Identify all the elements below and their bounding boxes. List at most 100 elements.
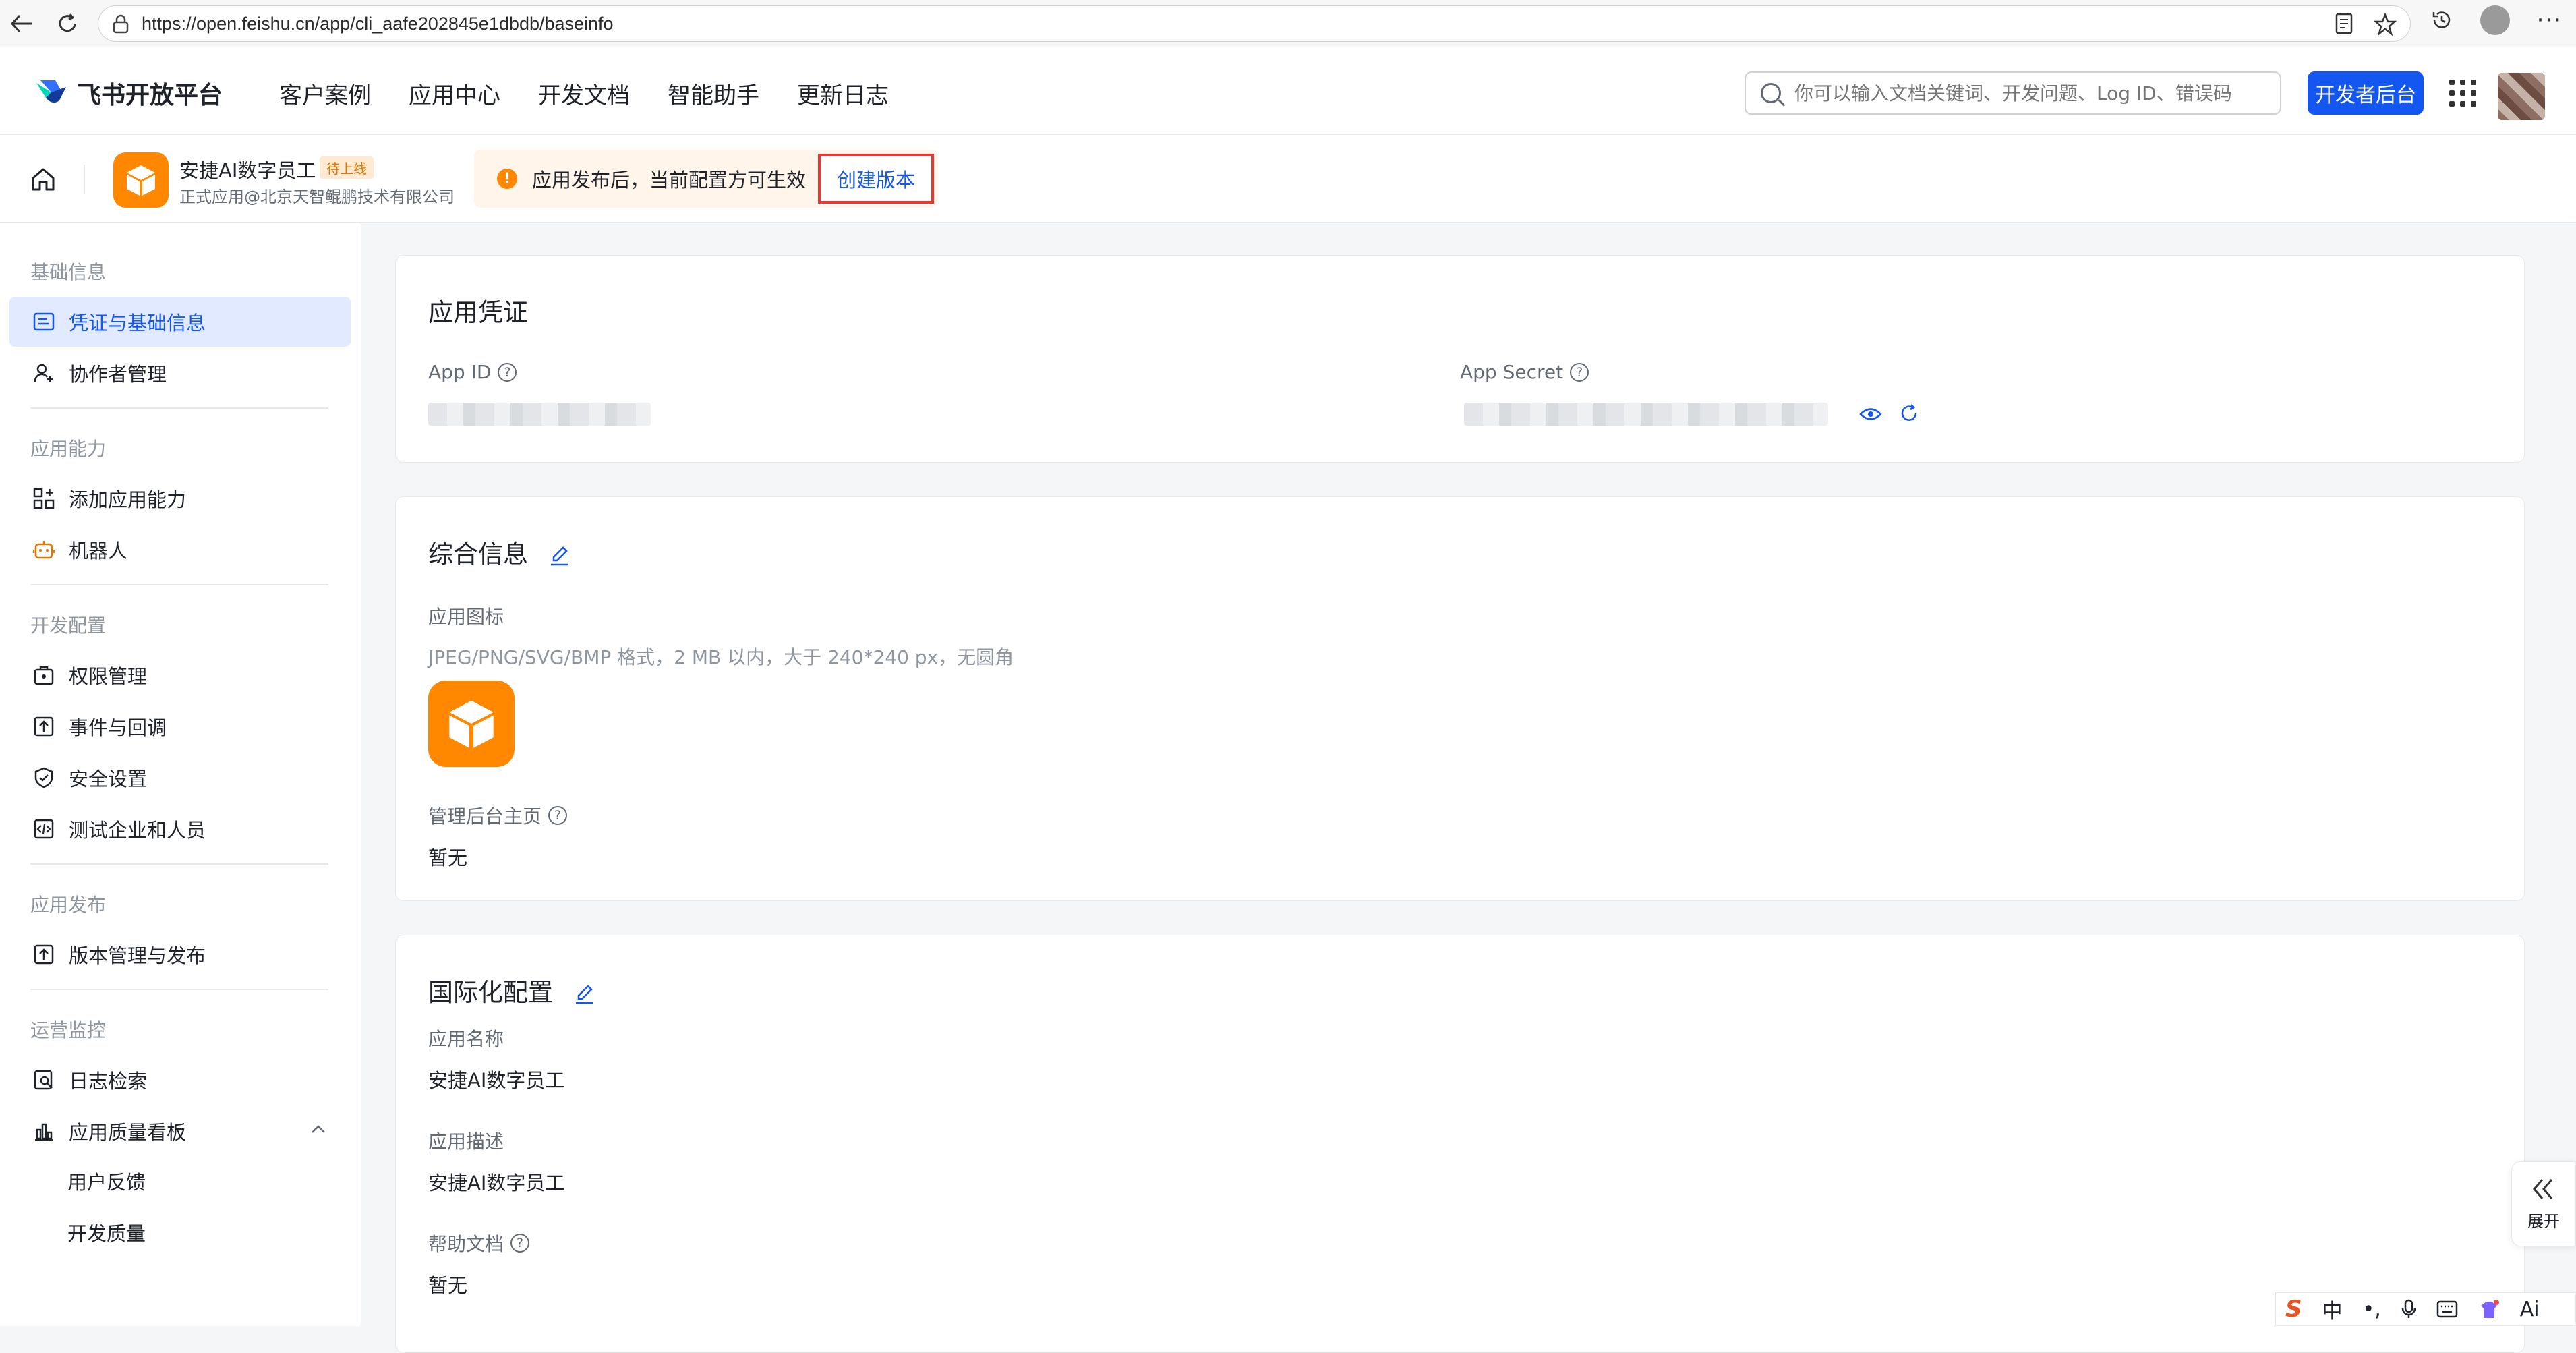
history-icon[interactable] [2430, 9, 2453, 32]
double-chevron-left-icon [2533, 1178, 2553, 1199]
event-upload-icon [32, 715, 55, 738]
search-input[interactable] [1794, 82, 2266, 105]
sidebar-item-add-capability[interactable]: 添加应用能力 [9, 473, 351, 523]
sidebar-item-versions[interactable]: 版本管理与发布 [9, 929, 351, 979]
app-secret-value-masked [1464, 403, 1828, 426]
brand-name: 飞书开放平台 [77, 82, 223, 109]
i18n-card: 国际化配置 应用名称 安捷AI数字员工 应用描述 安捷AI数字员工 帮助文档 ?… [395, 935, 2525, 1353]
nav-dev-docs[interactable]: 开发文档 [538, 77, 630, 110]
sidebar-item-events[interactable]: 事件与回调 [9, 701, 351, 751]
sidebar-item-collaborators[interactable]: 协作者管理 [9, 348, 351, 398]
sidebar-group-basic: 基础信息 [30, 261, 107, 283]
sidebar-item-permissions[interactable]: 权限管理 [9, 650, 351, 700]
sidebar-item-test[interactable]: 测试企业和人员 [9, 804, 351, 854]
sidebar-item-security[interactable]: 安全设置 [9, 753, 351, 803]
reader-mode-icon[interactable] [2335, 13, 2353, 34]
search-icon [1761, 83, 1781, 103]
sidebar-group-monitor: 运营监控 [30, 1019, 107, 1041]
sidebar-item-logs[interactable]: 日志检索 [9, 1055, 351, 1105]
microphone-icon[interactable] [2401, 1299, 2416, 1319]
general-info-card: 综合信息 应用图标 JPEG/PNG/SVG/BMP 格式，2 MB 以内，大于… [395, 496, 2525, 901]
eye-icon[interactable] [1859, 405, 1882, 423]
help-icon[interactable]: ? [548, 806, 568, 825]
expand-panel-button[interactable]: 展开 [2511, 1161, 2576, 1246]
robot-icon [32, 538, 55, 561]
app-header: 安捷AI数字员工 待上线 正式应用@北京天智鲲鹏技术有限公司 ! 应用发布后，当… [0, 135, 2576, 223]
profile-avatar-icon[interactable] [2480, 5, 2510, 35]
sogou-logo-icon[interactable]: S [2285, 1296, 2302, 1323]
back-arrow-icon[interactable] [1, 3, 42, 44]
edit-icon[interactable] [548, 544, 571, 567]
app-logo [113, 152, 169, 208]
app-name-value: 安捷AI数字员工 [428, 1069, 565, 1092]
ime-lang-toggle[interactable]: 中 [2322, 1294, 2343, 1324]
apps-grid-icon[interactable] [2449, 80, 2476, 107]
help-doc-value: 暂无 [428, 1274, 468, 1297]
admin-home-value: 暂无 [428, 846, 468, 869]
cube-icon [449, 700, 494, 748]
app-desc-label: 应用描述 [428, 1130, 504, 1153]
help-icon[interactable]: ? [510, 1234, 530, 1253]
nav-ai-assistant[interactable]: 智能助手 [668, 77, 759, 110]
sidebar-item-credentials[interactable]: 凭证与基础信息 [9, 297, 351, 347]
card-title: 应用凭证 [428, 298, 528, 327]
warning-icon: ! [497, 169, 517, 189]
app-secret-label: App Secret ? [1460, 361, 1589, 383]
credentials-card: 应用凭证 App ID ? App Secret ? [395, 255, 2525, 463]
feishu-logo-icon [36, 80, 66, 103]
app-icon-preview[interactable] [428, 681, 515, 767]
sidebar-item-quality[interactable]: 应用质量看板 [9, 1106, 351, 1156]
search-box[interactable] [1745, 71, 2281, 115]
url-text: https://open.feishu.cn/app/cli_aafe20284… [142, 13, 614, 34]
ime-punct-toggle[interactable]: •, [2363, 1298, 2381, 1321]
nav-changelog[interactable]: 更新日志 [797, 77, 889, 110]
nav-app-center[interactable]: 应用中心 [409, 77, 500, 110]
app-name: 安捷AI数字员工 [179, 159, 316, 182]
app-id-value-masked [428, 403, 651, 426]
more-menu-icon[interactable]: ··· [2537, 7, 2563, 34]
sidebar-group-publish: 应用发布 [30, 894, 107, 916]
edit-icon[interactable] [573, 983, 596, 1006]
help-icon[interactable]: ? [498, 362, 517, 382]
notice-text: 应用发布后，当前配置方可生效 [532, 169, 807, 192]
sidebar-group-capability: 应用能力 [30, 438, 107, 460]
publish-icon [32, 943, 55, 966]
main-nav: 客户案例 应用中心 开发文档 智能助手 更新日志 [279, 77, 889, 110]
id-card-icon [32, 310, 55, 333]
bar-chart-icon [32, 1120, 55, 1143]
star-icon[interactable] [2374, 13, 2397, 36]
divider [84, 165, 85, 194]
shield-icon [32, 766, 55, 789]
browser-toolbar: https://open.feishu.cn/app/cli_aafe20284… [0, 0, 2576, 47]
create-version-button[interactable]: 创建版本 [818, 154, 934, 204]
address-bar[interactable]: https://open.feishu.cn/app/cli_aafe20284… [98, 5, 2411, 42]
admin-home-label: 管理后台主页 ? [428, 802, 568, 829]
feishu-logo[interactable]: 飞书开放平台 [34, 76, 223, 111]
app-id-label: App ID ? [428, 361, 517, 383]
home-icon[interactable] [30, 166, 57, 193]
add-user-icon [32, 362, 55, 384]
card-title: 国际化配置 [428, 972, 596, 1008]
sidebar-divider [30, 584, 328, 585]
help-doc-label: 帮助文档 ? [428, 1230, 530, 1257]
code-box-icon [32, 817, 55, 840]
refresh-secret-icon[interactable] [1898, 403, 1920, 424]
refresh-icon[interactable] [47, 3, 88, 44]
sidebar: 基础信息 凭证与基础信息 协作者管理 应用能力 添加应用能力 机器人 开发配置 … [0, 223, 361, 1326]
ime-ai-button[interactable]: Aі [2520, 1298, 2540, 1321]
key-box-icon [32, 664, 55, 687]
sidebar-subitem-feedback[interactable]: 用户反馈 [67, 1167, 146, 1195]
chevron-up-icon[interactable] [310, 1124, 326, 1134]
keyboard-icon[interactable] [2436, 1300, 2458, 1318]
help-icon[interactable]: ? [1570, 362, 1589, 382]
sidebar-subitem-dev-quality[interactable]: 开发质量 [67, 1218, 146, 1246]
nav-customer-cases[interactable]: 客户案例 [279, 77, 371, 110]
publish-notice: ! 应用发布后，当前配置方可生效 创建版本 [474, 150, 938, 208]
sidebar-item-bot[interactable]: 机器人 [9, 525, 351, 575]
skin-icon[interactable] [2478, 1299, 2500, 1319]
app-desc-value: 安捷AI数字员工 [428, 1172, 565, 1194]
card-title: 综合信息 [428, 534, 571, 570]
developer-console-button[interactable]: 开发者后台 [2308, 71, 2424, 115]
user-avatar[interactable] [2498, 73, 2545, 120]
sidebar-divider [30, 863, 328, 865]
